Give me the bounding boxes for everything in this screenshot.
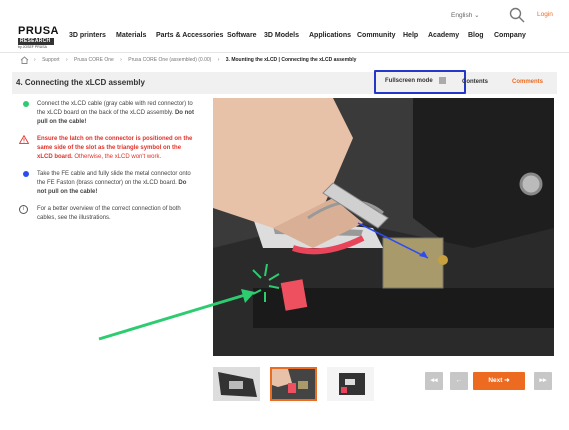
breadcrumb-current: 3. Mounting the xLCD | Connecting the xL… (225, 57, 357, 63)
home-icon[interactable] (20, 56, 29, 64)
info-text: For a better overview of the correct con… (37, 206, 181, 221)
comments-tab[interactable]: Comments (512, 79, 543, 85)
login-link[interactable]: Login (537, 11, 553, 18)
breadcrumb-separator: › (65, 57, 68, 63)
nav-applications[interactable]: Applications (309, 32, 351, 39)
nav-parts-accessories[interactable]: Parts & Accessories (156, 32, 223, 39)
breadcrumb: › Support › Prusa CORE One › Prusa CORE … (34, 57, 361, 67)
nav-blog[interactable]: Blog (468, 32, 484, 39)
instruction-list: Connect the xLCD cable (gray cable with … (19, 100, 195, 231)
thumbnail-image (213, 367, 260, 401)
warning-item: Ensure the latch on the connector is pos… (19, 135, 195, 162)
info-item: i For a better overview of the correct c… (19, 205, 195, 223)
next-step-button[interactable]: Next ➜ (473, 372, 525, 390)
fullscreen-label: Fullscreen mode (385, 78, 433, 84)
step-title: 4. Connecting the xLCD assembly (16, 78, 145, 87)
instruction-text: Connect the xLCD cable (gray cable with … (37, 101, 193, 116)
search-icon[interactable] (509, 7, 525, 23)
nav-academy[interactable]: Academy (428, 32, 459, 39)
thumbnail-image (327, 367, 374, 401)
breadcrumb-support[interactable]: Support (42, 57, 60, 63)
warning-rest-text: Otherwise, the xLCD won't work. (72, 154, 162, 160)
contents-tab[interactable]: Contents (462, 79, 488, 85)
nav-3d-models[interactable]: 3D Models (264, 32, 299, 39)
green-bullet-icon (23, 101, 29, 107)
nav-community[interactable]: Community (357, 32, 396, 39)
thumbnail-image (272, 369, 315, 399)
language-selector[interactable]: English ⌄ (451, 11, 480, 19)
breadcrumb-separator: › (120, 57, 122, 63)
fullscreen-icon (439, 77, 446, 84)
blue-bullet-icon (23, 171, 29, 177)
fullscreen-button[interactable]: Fullscreen mode (374, 70, 466, 94)
instruction-item: Connect the xLCD cable (gray cable with … (23, 100, 195, 127)
nav-materials[interactable]: Materials (116, 32, 146, 39)
last-step-button[interactable]: ▸▸ (534, 372, 552, 390)
prusa-logo[interactable]: PRUSA RESEARCH by JOSEF PRUSA (18, 25, 60, 50)
step-header: 4. Connecting the xLCD assembly Fullscre… (12, 70, 557, 94)
previous-step-button[interactable]: ← (450, 372, 468, 390)
nav-software[interactable]: Software (227, 32, 257, 39)
thumbnail-3[interactable] (327, 367, 374, 401)
thumbnail-2-selected[interactable] (270, 367, 317, 401)
info-icon: i (19, 205, 28, 214)
nav-company[interactable]: Company (494, 32, 526, 39)
logo-bottom-text: by JOSEF PRUSA (18, 45, 47, 49)
instruction-text: Take the FE cable and fully slide the me… (37, 171, 191, 186)
nav-help[interactable]: Help (403, 32, 418, 39)
breadcrumb-separator: › (34, 57, 36, 63)
instruction-item: Take the FE cable and fully slide the me… (23, 170, 195, 197)
logo-top-text: PRUSA (18, 25, 60, 37)
breadcrumb-separator: › (217, 57, 220, 63)
logo-mid-text: RESEARCH (18, 38, 54, 45)
green-arrow-icon (98, 289, 255, 341)
top-header: PRUSA RESEARCH by JOSEF PRUSA 3D printer… (0, 0, 569, 53)
thumbnail-1[interactable] (213, 367, 260, 401)
warning-icon (19, 135, 29, 144)
nav-3d-printers[interactable]: 3D printers (69, 32, 106, 39)
breadcrumb-core-one-assembled[interactable]: Prusa CORE One (assembled) (0.00) (128, 57, 211, 63)
breadcrumb-prusa-core-one[interactable]: Prusa CORE One (74, 57, 114, 63)
first-step-button[interactable]: ◂◂ (425, 372, 443, 390)
